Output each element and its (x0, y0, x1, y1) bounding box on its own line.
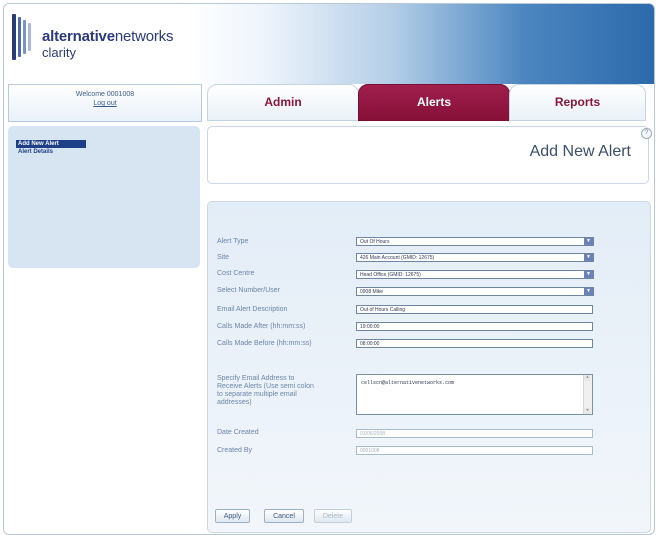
number-user-select[interactable]: 0908 Mike ▼ (356, 287, 594, 296)
chevron-down-icon[interactable]: ▼ (584, 254, 593, 261)
chevron-down-icon[interactable]: ▼ (584, 238, 593, 245)
scroll-down-icon[interactable]: ▼ (584, 408, 591, 414)
email-alert-description-input[interactable]: Out of Hours Calling (356, 305, 593, 314)
select-number-user-label: Select Number/User (217, 287, 281, 294)
sidebar-item-alert-details[interactable]: Alert Details (16, 148, 200, 156)
calls-made-before-label: Calls Made Before (hh:mm:ss) (217, 340, 312, 347)
welcome-text: Welcome 0001008 (75, 91, 135, 98)
email-addresses-label: Specify Email Address to Receive Alerts … (217, 375, 314, 406)
created-by-field: 0001008 (356, 446, 593, 455)
chevron-down-icon[interactable]: ▼ (584, 288, 593, 295)
created-by-label: Created By (217, 447, 253, 454)
brand-name-bold: alternative (42, 28, 115, 45)
alert-type-label: Alert Type (217, 238, 249, 245)
date-created-label: Date Created (217, 429, 259, 436)
page-title-panel: Add New Alert (207, 126, 649, 184)
welcome-panel: Welcome 0001008 Log out (8, 84, 202, 122)
brand-name: alternativenetworks (42, 28, 173, 45)
date-created-field: 01/06/2008 (356, 429, 593, 438)
scroll-up-icon[interactable]: ▲ (584, 375, 591, 381)
logout-link[interactable]: Log out (9, 100, 201, 107)
sidebar: Add New Alert Alert Details (8, 126, 200, 268)
help-icon[interactable]: ? (641, 128, 652, 139)
brand-name-light: networks (114, 28, 174, 45)
site-label: Site (217, 254, 230, 261)
number-user-value: 0908 Mike (360, 289, 384, 295)
alert-type-value: Out Of Hours (360, 239, 390, 245)
sidebar-item-add-new-alert[interactable]: Add New Alert (16, 140, 86, 148)
textarea-scrollbar[interactable]: ▲ ▼ (583, 375, 592, 414)
calls-made-after-input[interactable]: 19:00:00 (356, 322, 593, 331)
cost-centre-label: Cost Centre (217, 270, 255, 277)
page-title: Add New Alert (529, 143, 631, 160)
cost-centre-select[interactable]: Head Office (GMID: 12675) ▼ (356, 270, 594, 279)
tab-admin[interactable]: Admin (207, 84, 359, 121)
apply-button[interactable]: Apply (215, 509, 250, 523)
calls-made-after-label: Calls Made After (hh:mm:ss) (217, 323, 306, 330)
tab-alerts[interactable]: Alerts (358, 84, 510, 121)
chevron-down-icon[interactable]: ▼ (584, 271, 593, 278)
email-addresses-textarea[interactable]: cellscn@alternativenetworks.com ▲ ▼ (356, 374, 593, 415)
site-value: 426 Main Account (GMID: 12675) (360, 255, 435, 261)
header-banner: alternativenetworks clarity (4, 4, 654, 84)
email-addresses-value: cellscn@alternativenetworks.com (361, 380, 455, 386)
alert-form-panel (207, 201, 651, 533)
email-alert-description-label: Email Alert Description (217, 306, 288, 313)
delete-button: Delete (314, 509, 352, 523)
product-name: clarity (42, 45, 76, 60)
site-select[interactable]: 426 Main Account (GMID: 12675) ▼ (356, 253, 594, 262)
cost-centre-value: Head Office (GMID: 12675) (360, 272, 421, 278)
cancel-button[interactable]: Cancel (264, 509, 304, 523)
alert-type-select[interactable]: Out Of Hours ▼ (356, 237, 594, 246)
brand-logo: alternativenetworks clarity (12, 14, 212, 76)
tab-reports[interactable]: Reports (509, 84, 646, 121)
calls-made-before-input[interactable]: 08:00:00 (356, 339, 593, 348)
